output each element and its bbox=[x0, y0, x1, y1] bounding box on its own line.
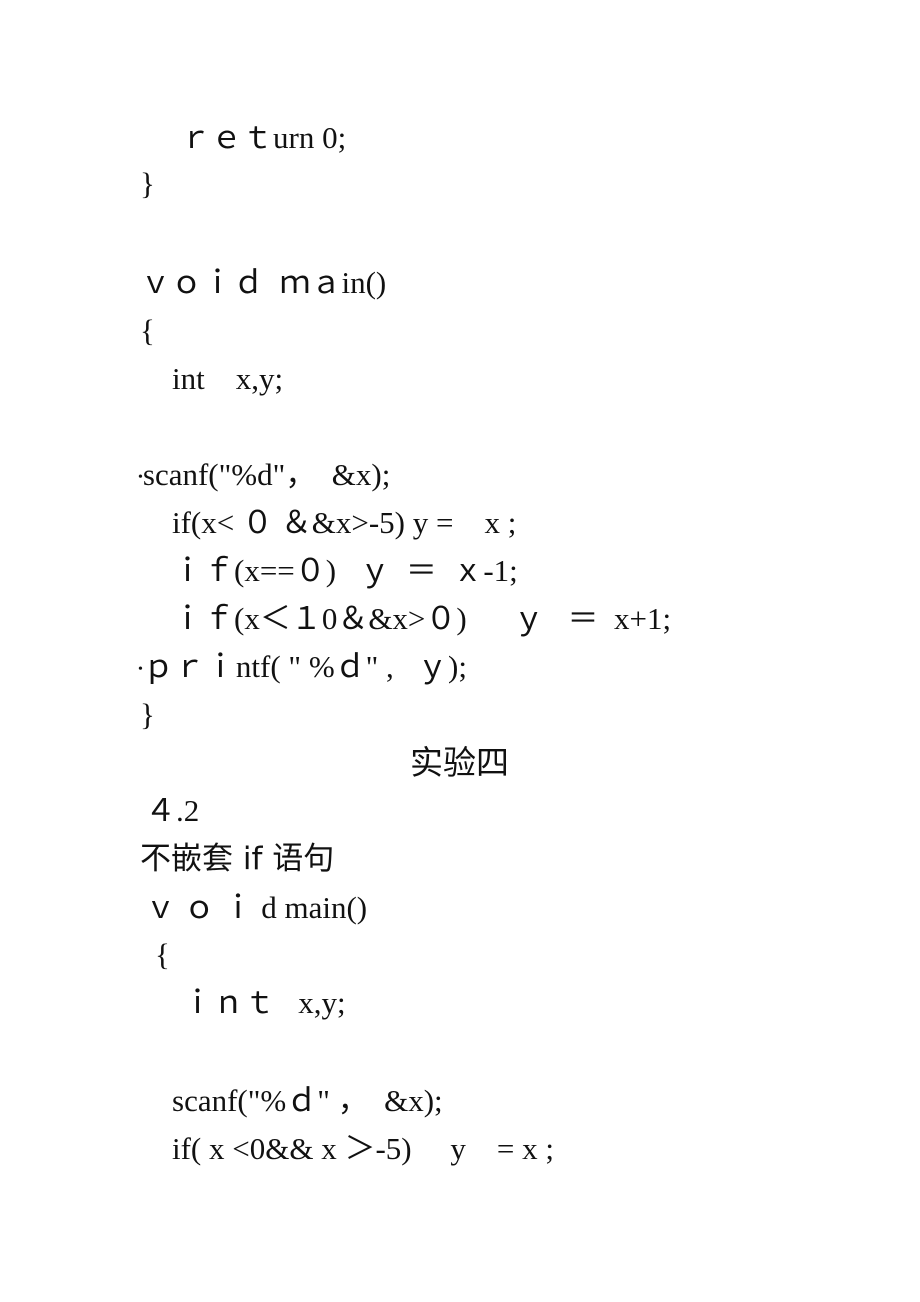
code-close-brace: } bbox=[140, 166, 155, 201]
code-scanf-line-2: scanf("%ｄ" ， &x); bbox=[172, 1083, 443, 1118]
code-if-line-1: if(x< ０ ＆&x>-5) y = x ; bbox=[172, 505, 517, 540]
code-if-line-2: ｉｆ(x==０) ｙ ＝ ｘ-1; bbox=[172, 553, 518, 588]
code-if-line-3: ｉｆ(x＜１0＆&x>０) ｙ ＝ x+1; bbox=[172, 601, 672, 636]
code-if-line-4: if( x <0&& x ＞-5) y = x ; bbox=[172, 1131, 554, 1166]
section-title: 实验四 bbox=[410, 743, 509, 782]
code-return-line: ｒｅｔurn 0; bbox=[180, 120, 347, 155]
code-printf-text: ｐｒｉntf( " %ｄ" , ｙ); bbox=[142, 649, 467, 684]
code-declaration-2: ｉｎｔ x,y; bbox=[182, 985, 346, 1020]
code-scanf-line: •scanf("%d"， &x); bbox=[138, 457, 390, 496]
document-page: ｒｅｔurn 0; } ｖｏｉｄ ｍａin() { int x,y; •scan… bbox=[0, 0, 920, 1302]
code-main-signature: ｖｏｉｄ ｍａin() bbox=[140, 265, 387, 300]
code-open-brace: { bbox=[140, 313, 155, 348]
code-open-brace-2: { bbox=[155, 937, 170, 972]
subsection-title: 不嵌套 if 语句 bbox=[140, 841, 335, 877]
code-close-brace-2: } bbox=[140, 697, 155, 732]
section-number: ４.2 bbox=[145, 793, 200, 828]
code-printf-line: •ｐｒｉntf( " %ｄ" , ｙ); bbox=[138, 649, 467, 688]
code-main-signature-2: ｖ ｏ ｉ d main() bbox=[145, 890, 368, 925]
code-scanf-text: scanf("%d"， &x); bbox=[142, 457, 391, 492]
code-declaration: int x,y; bbox=[172, 361, 284, 396]
